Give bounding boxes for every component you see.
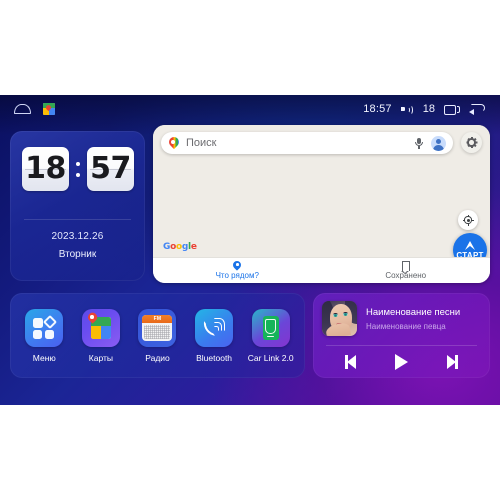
map-bottom-tabs: Что рядом? Сохранено xyxy=(153,257,490,283)
app-shortcuts-dock: Меню Карты FM Радио Bluetooth Car Link 2… xyxy=(10,293,305,378)
search-input[interactable]: Поиск xyxy=(161,132,453,154)
flip-clock: 18 57 xyxy=(22,147,134,191)
account-avatar-icon[interactable] xyxy=(431,135,446,151)
skip-previous-icon[interactable] xyxy=(339,351,365,373)
tab-nearby-label: Что рядом? xyxy=(215,271,259,280)
map-widget[interactable]: Поиск Google СТАРТ Что рядом? Сохранено xyxy=(153,125,490,283)
play-icon[interactable] xyxy=(388,351,414,373)
gear-icon xyxy=(466,137,477,148)
app-shortcut-carlink[interactable]: Car Link 2.0 xyxy=(246,308,296,363)
map-pin-icon xyxy=(166,134,181,150)
player-controls xyxy=(313,351,490,373)
bookmark-icon xyxy=(401,261,410,275)
clock-hours-tile: 18 xyxy=(22,147,69,191)
track-title: Наименование песни xyxy=(366,306,461,318)
google-logo: Google xyxy=(163,242,197,252)
my-location-icon xyxy=(462,214,474,226)
album-art xyxy=(322,301,357,336)
google-maps-icon xyxy=(81,308,120,347)
status-bar-left xyxy=(14,103,55,115)
app-label-bluetooth: Bluetooth xyxy=(196,352,233,363)
clock-hours: 18 xyxy=(25,151,66,186)
player-divider xyxy=(326,345,477,346)
apps-grid-icon xyxy=(25,308,64,347)
bluetooth-phone-icon xyxy=(195,308,234,347)
track-artist: Наименование певца xyxy=(366,321,446,331)
search-placeholder: Поиск xyxy=(186,137,217,149)
car-head-unit-screen: 18:57 18 18 57 2023.12.26 Вторник Поиск … xyxy=(0,95,500,405)
status-bar: 18:57 18 xyxy=(0,95,500,123)
app-label-carlink: Car Link 2.0 xyxy=(247,352,294,363)
clock-colon xyxy=(72,161,84,177)
app-shortcut-menu[interactable]: Меню xyxy=(19,308,69,363)
clock-weekday: Вторник xyxy=(58,249,97,260)
app-shortcut-radio[interactable]: FM Радио xyxy=(132,308,182,363)
clock-minutes: 57 xyxy=(90,151,131,186)
clock-widget[interactable]: 18 57 2023.12.26 Вторник xyxy=(10,131,145,281)
app-shortcut-maps[interactable]: Карты xyxy=(76,308,126,363)
app-shortcut-bluetooth[interactable]: Bluetooth xyxy=(189,308,239,363)
clock-date: 2023.12.26 xyxy=(51,231,104,242)
app-label-maps: Карты xyxy=(88,352,113,363)
fm-radio-icon: FM xyxy=(138,308,177,347)
clock-divider xyxy=(24,219,131,220)
music-player-widget[interactable]: Наименование песни Наименование певца xyxy=(313,293,490,378)
google-maps-icon[interactable] xyxy=(43,103,55,115)
app-label-radio: Радио xyxy=(145,352,170,363)
status-time: 18:57 xyxy=(363,103,392,115)
status-bar-right: 18:57 18 xyxy=(363,103,486,116)
navigation-arrow-icon xyxy=(465,241,475,250)
volume-icon[interactable] xyxy=(400,104,414,116)
back-icon[interactable] xyxy=(469,103,486,116)
skip-next-icon[interactable] xyxy=(438,351,464,373)
volume-level: 18 xyxy=(422,103,435,115)
home-icon[interactable] xyxy=(14,104,31,114)
car-link-icon xyxy=(251,308,290,347)
tab-nearby[interactable]: Что рядом? xyxy=(153,258,322,283)
tab-saved[interactable]: Сохранено xyxy=(322,258,491,283)
map-settings-button[interactable] xyxy=(461,132,482,153)
clock-minutes-tile: 57 xyxy=(87,147,134,191)
microphone-icon[interactable] xyxy=(414,137,424,150)
location-pin-icon xyxy=(231,259,243,271)
app-label-menu: Меню xyxy=(32,352,56,363)
track-meta: Наименование песни Наименование певца xyxy=(366,307,460,331)
radio-band-label: FM xyxy=(153,315,162,322)
my-location-button[interactable] xyxy=(458,210,478,230)
recents-icon[interactable] xyxy=(444,103,460,115)
track-info-row: Наименование песни Наименование певца xyxy=(322,301,460,336)
